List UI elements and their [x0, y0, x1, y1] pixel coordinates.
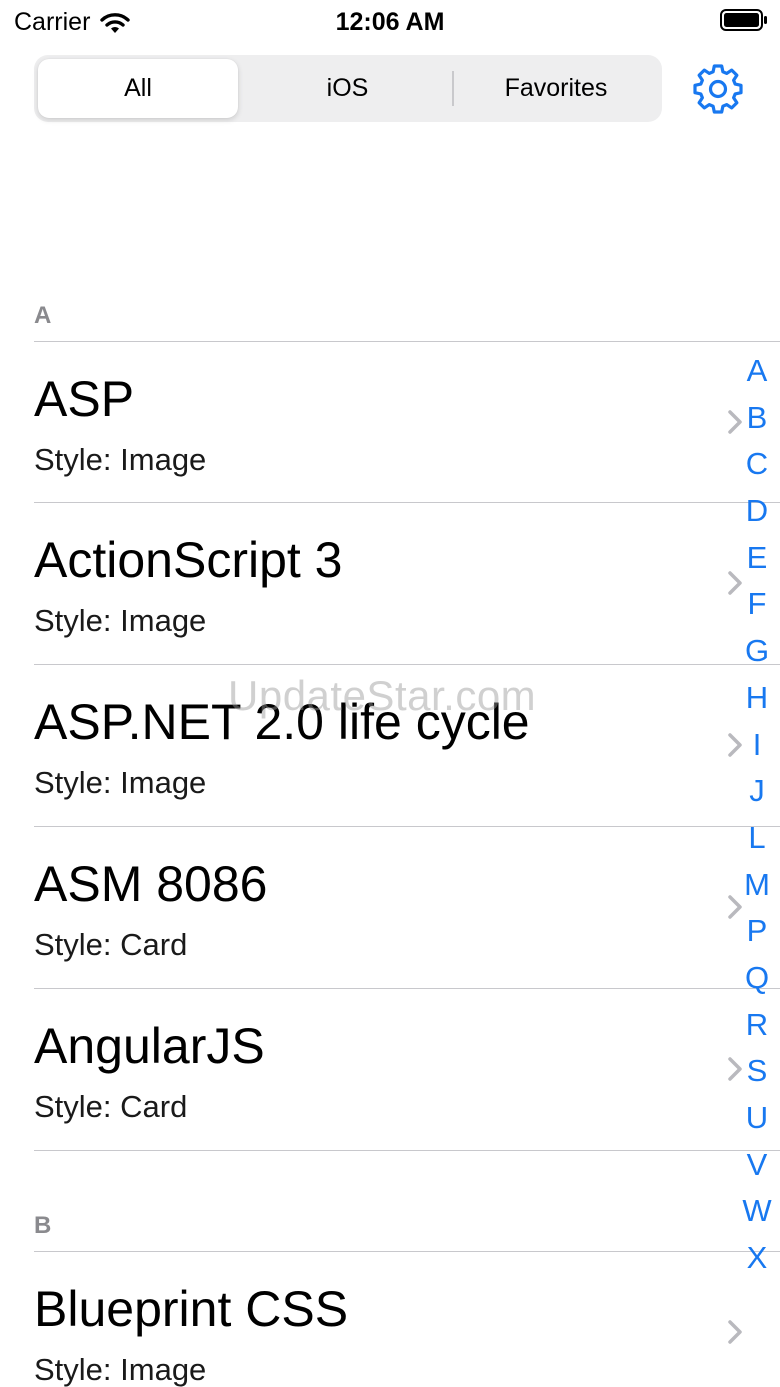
segment-all[interactable]: All: [38, 59, 238, 118]
section-header-a: A: [34, 302, 52, 329]
item-title: Blueprint CSS: [34, 1281, 349, 1337]
index-letter-f[interactable]: F: [734, 581, 780, 628]
segment-favorites[interactable]: Favorites: [454, 59, 658, 118]
index-letter-u[interactable]: U: [734, 1095, 780, 1142]
index-letter-a[interactable]: A: [734, 348, 780, 395]
index-letter-h[interactable]: H: [734, 675, 780, 722]
status-bar: Carrier 12:06 AM: [0, 0, 780, 44]
index-letter-c[interactable]: C: [734, 441, 780, 488]
index-letter-r[interactable]: R: [734, 1002, 780, 1049]
index-letter-w[interactable]: W: [734, 1188, 780, 1235]
index-letter-g[interactable]: G: [734, 628, 780, 675]
list-item[interactable]: ASM 8086 Style: Card: [0, 827, 780, 988]
chevron-right-icon: [728, 1320, 742, 1344]
list-item[interactable]: ASP Style: Image: [0, 342, 780, 503]
list-item[interactable]: AngularJS Style: Card: [0, 989, 780, 1150]
item-title: ActionScript 3: [34, 532, 343, 588]
list-item[interactable]: Blueprint CSS Style: Image: [0, 1252, 780, 1387]
list-item[interactable]: ActionScript 3 Style: Image: [0, 503, 780, 664]
item-subtitle: Style: Image: [34, 442, 207, 477]
divider: [34, 1150, 780, 1151]
index-letter-l[interactable]: L: [734, 815, 780, 862]
index-letter-i[interactable]: I: [734, 722, 780, 769]
section-header-b: B: [34, 1212, 52, 1239]
filter-segmented-control: All iOS Favorites: [34, 55, 662, 122]
index-letter-b[interactable]: B: [734, 395, 780, 442]
segment-ios[interactable]: iOS: [245, 59, 450, 118]
item-title: ASP: [34, 371, 135, 427]
index-letter-s[interactable]: S: [734, 1048, 780, 1095]
item-title: ASM 8086: [34, 856, 268, 912]
index-letter-m[interactable]: M: [734, 862, 780, 909]
index-letter-x[interactable]: X: [734, 1235, 780, 1282]
battery-icon: [720, 9, 767, 31]
item-subtitle: Style: Image: [34, 603, 207, 638]
gear-icon[interactable]: [692, 62, 744, 114]
item-subtitle: Style: Image: [34, 1352, 207, 1387]
index-letter-d[interactable]: D: [734, 488, 780, 535]
item-title: ASP.NET 2.0 life cycle: [34, 694, 530, 750]
index-letter-p[interactable]: P: [734, 908, 780, 955]
list-item[interactable]: ASP.NET 2.0 life cycle Style: Image: [0, 665, 780, 826]
item-subtitle: Style: Card: [34, 927, 188, 962]
item-subtitle: Style: Card: [34, 1089, 188, 1124]
item-title: AngularJS: [34, 1018, 265, 1074]
section-index: A B C D E F G H I J L M P Q R S U V W X: [734, 348, 780, 1282]
index-letter-j[interactable]: J: [734, 768, 780, 815]
item-subtitle: Style: Image: [34, 765, 207, 800]
index-letter-q[interactable]: Q: [734, 955, 780, 1002]
index-letter-v[interactable]: V: [734, 1142, 780, 1189]
index-letter-e[interactable]: E: [734, 535, 780, 582]
status-time: 12:06 AM: [335, 8, 445, 36]
